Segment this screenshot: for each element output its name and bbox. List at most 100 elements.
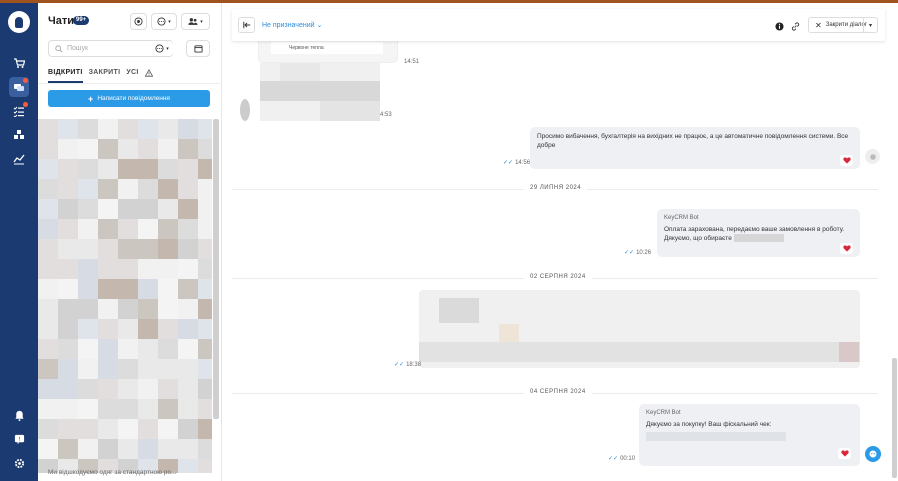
help-icon[interactable]: ! [9, 429, 29, 449]
message-time: ✓✓ 10:26 [624, 250, 652, 256]
warning-icon [144, 68, 153, 77]
support-bot-icon[interactable] [865, 446, 881, 462]
chat-list-scrollbar[interactable] [213, 119, 219, 419]
list-item[interactable] [38, 439, 212, 459]
outgoing-message[interactable]: Просимо вибачення, бухгалтерія на вихідн… [530, 127, 860, 169]
list-item[interactable] [38, 239, 212, 259]
list-item[interactable] [38, 139, 212, 159]
chevron-down-icon: ▾ [200, 18, 203, 25]
list-item[interactable] [38, 379, 212, 399]
search-filter-dropdown[interactable]: ▾ [151, 41, 173, 56]
message-time: 4:53 [380, 112, 392, 118]
plus-icon: + [88, 93, 94, 104]
chat-bubble-icon [155, 44, 164, 53]
tasks-dot [23, 102, 28, 107]
message-text: Просимо вибачення, бухгалтерія на вихідн… [537, 133, 849, 149]
collapse-list-button[interactable] [238, 17, 255, 33]
message-text: Оплата зарахована, передаємо ваше замовл… [664, 226, 845, 233]
heart-reaction-icon[interactable] [840, 155, 853, 166]
assignee-label: Не призначений [262, 22, 315, 29]
tab-open[interactable]: ВІДКРИТІ [48, 69, 83, 83]
message-text: Дякуємо за покупку! Ваш фіскальний чек: [646, 421, 772, 428]
list-item[interactable] [38, 159, 212, 179]
conversation-header: Не призначений ⌄ ✕ Закрити діалог ▾ [232, 9, 885, 41]
conversation-panel: Червоне тепла 14:51 4:53 Просимо вибачен… [222, 3, 898, 481]
tabs-divider [38, 83, 222, 84]
cart-icon[interactable] [9, 53, 29, 73]
managers-filter-dropdown[interactable]: ▾ [181, 13, 210, 30]
list-item[interactable] [38, 259, 212, 279]
tab-warnings[interactable] [144, 68, 153, 83]
heart-reaction-icon[interactable] [838, 448, 851, 459]
day-label: 02 СЕРПНЯ 2024 [524, 274, 592, 280]
list-item[interactable] [38, 339, 212, 359]
page-title: Чати [48, 15, 74, 27]
list-item[interactable] [38, 399, 212, 419]
message-time: ✓✓ 14:56 [503, 160, 531, 166]
chat-preview-text: Ми відшкодуємо одяг за стандартною ро... [48, 469, 177, 476]
app-rail: ! [0, 3, 38, 481]
svg-text:!: ! [18, 436, 20, 442]
list-item[interactable] [38, 299, 212, 319]
link-icon[interactable] [790, 21, 800, 31]
close-icon: ✕ [815, 20, 822, 30]
bot-message[interactable]: KeyCRM Bot Оплата зарахована, передаємо … [657, 209, 860, 257]
sender-name: KeyCRM Bot [664, 215, 699, 221]
double-check-icon: ✓✓ [624, 250, 635, 256]
message-time: ✓✓ 18:38 [394, 362, 422, 368]
analytics-icon[interactable] [9, 149, 29, 169]
message-time: ✓✓ 00:10 [608, 456, 636, 462]
chat-tabs: ВІДКРИТІ ЗАКРИТІ УСІ [48, 68, 153, 83]
new-message-label: Написати повідомлення [97, 95, 170, 102]
list-item[interactable] [38, 119, 212, 139]
warehouse-icon[interactable] [9, 125, 29, 145]
conversation-scrollbar[interactable] [892, 358, 897, 478]
chevron-down-icon: ⌄ [316, 22, 323, 29]
chat-icon[interactable] [9, 77, 29, 97]
info-icon[interactable] [774, 21, 784, 31]
tasks-icon[interactable] [9, 101, 29, 121]
close-dialog-button[interactable]: ✕ Закрити діалог ▾ [808, 17, 878, 33]
unread-dot [23, 78, 28, 83]
close-dialog-label: Закрити діалог [825, 22, 868, 28]
messenger-filter-button[interactable] [130, 13, 147, 30]
list-item[interactable] [38, 359, 212, 379]
bell-icon[interactable] [9, 405, 29, 425]
list-item[interactable] [38, 319, 212, 339]
settings-icon[interactable] [9, 453, 29, 473]
chevron-down-icon: ▾ [168, 18, 171, 25]
chat-list[interactable] [38, 119, 212, 473]
new-message-button[interactable]: + Написати повідомлення [48, 90, 210, 107]
keycrm-logo[interactable] [8, 11, 30, 33]
list-item[interactable] [38, 419, 212, 439]
list-item[interactable] [38, 179, 212, 199]
message-time: 14:51 [404, 59, 420, 65]
unread-count-badge: 99+ [73, 16, 90, 25]
heart-reaction-icon[interactable] [840, 243, 853, 254]
blurred-image-message[interactable] [240, 63, 380, 121]
chevron-down-icon: ▾ [166, 45, 169, 52]
tab-all[interactable]: УСІ [126, 69, 138, 83]
tab-closed[interactable]: ЗАКРИТІ [89, 69, 121, 83]
day-label: 04 СЕРПНЯ 2024 [524, 389, 592, 395]
chat-bubble-icon [157, 17, 166, 26]
target-icon [134, 17, 143, 26]
sender-name: KeyCRM Bot [646, 410, 681, 416]
calendar-filter-button[interactable] [186, 40, 210, 57]
search-icon [55, 44, 63, 52]
reply-bubble-icon[interactable] [865, 149, 880, 164]
assignee-dropdown[interactable]: Не призначений ⌄ [262, 21, 322, 29]
search-input[interactable] [67, 45, 147, 52]
chevron-down-icon[interactable]: ▾ [863, 18, 877, 32]
users-icon [188, 18, 198, 25]
list-item[interactable] [38, 199, 212, 219]
list-item[interactable] [38, 219, 212, 239]
chat-list-panel: Чати 99+ ▾ ▾ ▾ ВІДКРИТІ ЗАКРИТІ УСІ + На… [38, 3, 222, 481]
image-caption: Червоне тепла [289, 45, 324, 51]
double-check-icon: ✓✓ [394, 362, 405, 368]
day-label: 29 ЛИПНЯ 2024 [524, 185, 588, 191]
bot-message[interactable]: KeyCRM Bot Дякуємо за покупку! Ваш фіска… [639, 404, 860, 466]
blurred-image-message[interactable] [419, 290, 860, 368]
list-item[interactable] [38, 279, 212, 299]
chat-status-dropdown[interactable]: ▾ [151, 13, 177, 30]
